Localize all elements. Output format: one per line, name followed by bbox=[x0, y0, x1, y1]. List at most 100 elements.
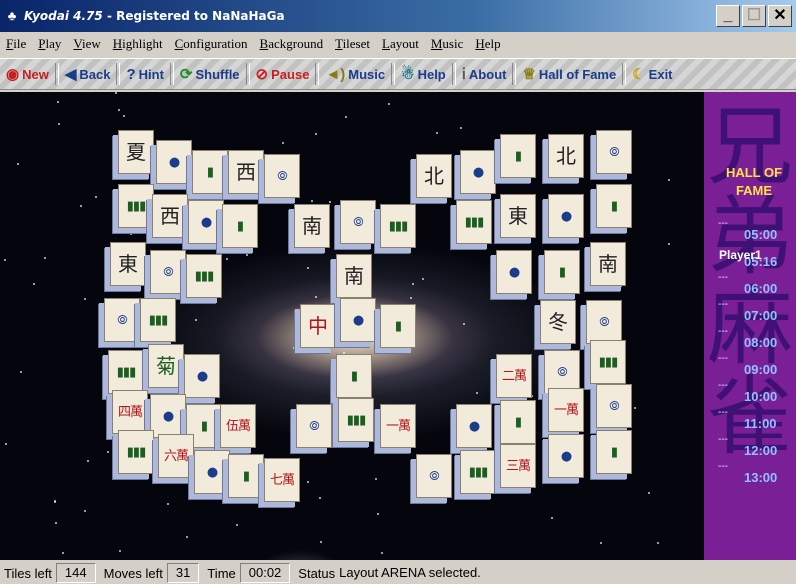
status-bar: Tiles left 144 Moves left 31 Time 00:02 … bbox=[0, 562, 796, 584]
mahjong-tile[interactable]: ● bbox=[150, 394, 186, 438]
menu-file[interactable]: File bbox=[6, 36, 26, 52]
mahjong-tile[interactable]: ▮ bbox=[380, 304, 416, 348]
mahjong-tile[interactable]: 四萬 bbox=[112, 390, 148, 434]
entry-name: --- bbox=[718, 380, 728, 391]
mahjong-tile[interactable]: 南 bbox=[336, 254, 372, 298]
mahjong-tile[interactable]: 北 bbox=[548, 134, 584, 178]
mahjong-tile[interactable]: ⦾ bbox=[586, 300, 622, 344]
music-button[interactable]: ◄) Music bbox=[319, 61, 391, 87]
mahjong-tile[interactable]: ⦾ bbox=[340, 200, 376, 244]
mahjong-tile[interactable]: 六萬 bbox=[158, 434, 194, 478]
back-arrow-icon: ◀ bbox=[64, 66, 77, 83]
mahjong-tile[interactable]: ● bbox=[194, 450, 230, 494]
mahjong-tile[interactable]: ▮▮▮ bbox=[460, 450, 496, 494]
mahjong-tile[interactable]: ▮▮▮ bbox=[338, 398, 374, 442]
mahjong-tile[interactable]: 二萬 bbox=[496, 354, 532, 398]
star bbox=[388, 103, 390, 105]
mahjong-tile[interactable]: ▮▮▮ bbox=[108, 350, 144, 394]
mahjong-tile[interactable]: ▮▮▮ bbox=[590, 340, 626, 384]
star bbox=[20, 371, 22, 373]
mahjong-tile[interactable]: ● bbox=[460, 150, 496, 194]
star bbox=[436, 132, 438, 134]
back-button[interactable]: ◀ Back bbox=[59, 61, 117, 87]
mahjong-tile[interactable]: 三萬 bbox=[500, 444, 536, 488]
menu-view[interactable]: View bbox=[73, 36, 100, 52]
mahjong-tile[interactable]: 一萬 bbox=[380, 404, 416, 448]
mahjong-tile[interactable]: ● bbox=[156, 140, 192, 184]
mahjong-tile[interactable]: ⦾ bbox=[264, 154, 300, 198]
hint-button[interactable]: ? Hint bbox=[120, 61, 169, 87]
pause-button[interactable]: ⊘ Pause bbox=[250, 61, 316, 87]
mahjong-tile[interactable]: ▮ bbox=[228, 454, 264, 498]
star bbox=[307, 481, 309, 483]
mahjong-tile[interactable]: 東 bbox=[500, 194, 536, 238]
menu-play[interactable]: Play bbox=[38, 36, 61, 52]
star bbox=[311, 200, 313, 202]
mahjong-tile[interactable]: ● bbox=[340, 298, 376, 342]
mahjong-tile[interactable]: ⦾ bbox=[416, 454, 452, 498]
shuffle-button[interactable]: ⟳ Shuffle bbox=[174, 61, 246, 87]
mahjong-tile[interactable]: ▮ bbox=[500, 400, 536, 444]
new-button[interactable]: ◉ New bbox=[0, 61, 55, 87]
mahjong-tile[interactable]: 東 bbox=[110, 242, 146, 286]
menu-help[interactable]: Help bbox=[475, 36, 500, 52]
star bbox=[307, 267, 309, 269]
mahjong-tile[interactable]: 北 bbox=[416, 154, 452, 198]
mahjong-tile[interactable]: ▮▮▮ bbox=[380, 204, 416, 248]
star bbox=[236, 524, 238, 526]
mahjong-tile[interactable]: 南 bbox=[294, 204, 330, 248]
mahjong-tile[interactable]: ⦾ bbox=[104, 298, 140, 342]
mahjong-tile[interactable]: ● bbox=[548, 434, 584, 478]
mahjong-tile[interactable]: ● bbox=[188, 200, 224, 244]
close-button[interactable]: ✕ bbox=[768, 5, 792, 27]
mahjong-tile[interactable]: ▮▮▮ bbox=[186, 254, 222, 298]
mahjong-tile[interactable]: ▮ bbox=[222, 204, 258, 248]
mahjong-tile[interactable]: ▮ bbox=[596, 430, 632, 474]
mahjong-tile[interactable]: ▮ bbox=[544, 250, 580, 294]
hall-of-fame-button[interactable]: ♕ Hall of Fame bbox=[516, 61, 622, 87]
mahjong-tile[interactable]: 一萬 bbox=[548, 388, 584, 432]
mahjong-tile[interactable]: 菊 bbox=[148, 344, 184, 388]
mahjong-tile[interactable]: ▮▮▮ bbox=[118, 184, 154, 228]
mahjong-tile[interactable]: 中 bbox=[300, 304, 336, 348]
mahjong-tile[interactable]: ● bbox=[184, 354, 220, 398]
star bbox=[494, 416, 496, 418]
mahjong-tile[interactable]: ● bbox=[548, 194, 584, 238]
minimize-button[interactable]: _ bbox=[716, 5, 740, 27]
mahjong-tile[interactable]: ▮ bbox=[596, 184, 632, 228]
mahjong-tile[interactable]: ▮▮▮ bbox=[456, 200, 492, 244]
mahjong-tile[interactable]: ● bbox=[456, 404, 492, 448]
mahjong-tile[interactable]: ⦾ bbox=[596, 130, 632, 174]
new-game-icon: ◉ bbox=[6, 66, 20, 83]
mahjong-tile[interactable]: ▮▮▮ bbox=[118, 430, 154, 474]
entry-time: 10:00 bbox=[744, 389, 778, 404]
star bbox=[80, 205, 82, 207]
maximize-button[interactable]: ☐ bbox=[742, 5, 766, 27]
mahjong-tile[interactable]: 南 bbox=[590, 242, 626, 286]
mahjong-tile[interactable]: ⦾ bbox=[596, 384, 632, 428]
mahjong-tile[interactable]: ⦾ bbox=[296, 404, 332, 448]
help-button[interactable]: ☃ Help bbox=[395, 61, 452, 87]
game-board[interactable]: 夏 ● ▮ 西 ⦾ ▮▮▮ 西 ● ▮ 南 ⦾ ▮▮▮ 北 ● ▮ 北 ⦾ ▮▮▮ 東 ● ▮ 東 ⦾ ▮▮▮ 南 ● ▮ 南 ⦾ ▮▮▮… bbox=[0, 92, 704, 560]
menu-configuration[interactable]: Configuration bbox=[175, 36, 248, 52]
menu-highlight[interactable]: Highlight bbox=[113, 36, 163, 52]
menu-music[interactable]: Music bbox=[431, 36, 464, 52]
mahjong-tile[interactable]: ▮ bbox=[336, 354, 372, 398]
mahjong-tile[interactable]: 冬 bbox=[540, 300, 576, 344]
menu-tileset[interactable]: Tileset bbox=[335, 36, 370, 52]
mahjong-tile[interactable]: ▮▮▮ bbox=[140, 298, 176, 342]
exit-label: Exit bbox=[648, 66, 673, 82]
menu-layout[interactable]: Layout bbox=[382, 36, 419, 52]
mahjong-tile[interactable]: 夏 bbox=[118, 130, 154, 174]
mahjong-tile[interactable]: ● bbox=[496, 250, 532, 294]
about-button[interactable]: ⅰ About bbox=[456, 61, 513, 87]
mahjong-tile[interactable]: 西 bbox=[228, 150, 264, 194]
mahjong-tile[interactable]: ⦾ bbox=[150, 250, 186, 294]
mahjong-tile[interactable]: 西 bbox=[152, 194, 188, 238]
mahjong-tile[interactable]: 伍萬 bbox=[220, 404, 256, 448]
menu-background[interactable]: Background bbox=[260, 36, 324, 52]
mahjong-tile[interactable]: 七萬 bbox=[264, 458, 300, 502]
exit-button[interactable]: ☾ Exit bbox=[626, 61, 678, 87]
mahjong-tile[interactable]: ▮ bbox=[500, 134, 536, 178]
mahjong-tile[interactable]: ▮ bbox=[192, 150, 228, 194]
